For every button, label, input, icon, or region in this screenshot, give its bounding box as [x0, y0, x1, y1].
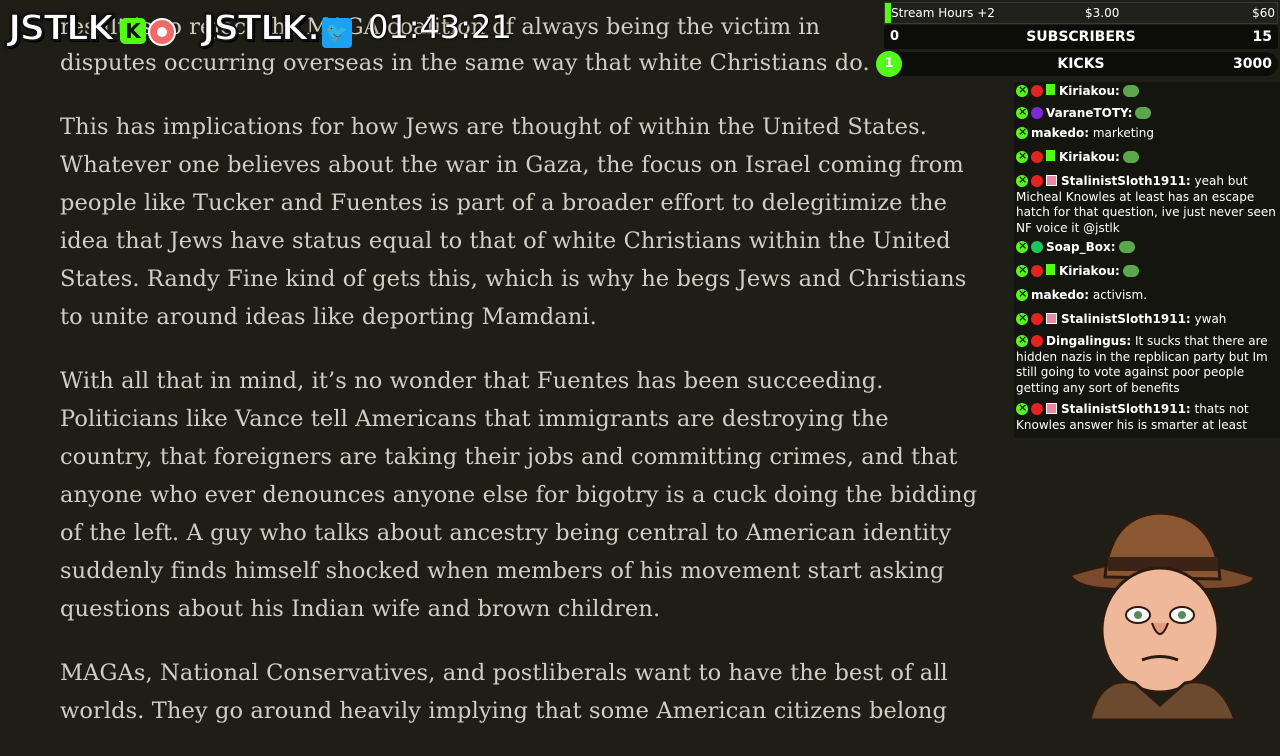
- og-badge-icon: [1031, 85, 1043, 97]
- chat-message: StalinistSloth1911: yeah but Micheal Kno…: [1016, 172, 1276, 236]
- gift-badge-icon: [1046, 175, 1057, 186]
- paragraph-3: With all that in mind, it’s no wonder th…: [60, 368, 978, 622]
- og-badge-icon: [1031, 151, 1043, 163]
- chat-message: Kiriakou:: [1016, 82, 1276, 100]
- chat-message: VaraneTOTY:: [1016, 104, 1276, 122]
- founder-badge-icon: [1031, 241, 1043, 253]
- chat-username[interactable]: Kiriakou:: [1059, 84, 1120, 98]
- moderator-badge-icon: [1016, 262, 1028, 278]
- gift-badge-icon: [1046, 403, 1057, 414]
- subscribers-label: SUBSCRIBERS: [1026, 29, 1136, 45]
- moderator-badge-icon: [1016, 82, 1028, 98]
- moderator-badge-icon: [1016, 332, 1028, 348]
- og-badge-icon: [1031, 175, 1043, 187]
- emote-icon: [1118, 241, 1135, 253]
- chat-panel: Kiriakou: VaraneTOTY: makedo: marketing Kir…: [1014, 82, 1280, 438]
- moderator-badge-icon: [1016, 148, 1028, 164]
- og-badge-icon: [1031, 403, 1043, 415]
- chat-username[interactable]: Kiriakou:: [1059, 264, 1120, 278]
- moderator-badge-icon: [1016, 310, 1028, 326]
- stream-hours-goal: Stream Hours +2 $3.00 $60: [884, 2, 1278, 24]
- moderator-badge-icon: [1016, 286, 1028, 302]
- chat-username[interactable]: VaraneTOTY:: [1046, 106, 1132, 120]
- subscribers-goal: 0 SUBSCRIBERS 15: [884, 25, 1278, 49]
- paragraph-4: MAGAs, National Conservatives, and postl…: [60, 660, 948, 724]
- stream-hours-label: Stream Hours +2: [891, 6, 995, 20]
- chat-message: Dingalingus: It sucks that there are hid…: [1016, 332, 1276, 396]
- chat-username[interactable]: StalinistSloth1911:: [1061, 174, 1191, 188]
- chat-message: Soap_Box:: [1016, 238, 1276, 256]
- subscribers-target: 15: [1252, 29, 1272, 45]
- twitter-icon: 🐦: [322, 18, 352, 48]
- chat-username[interactable]: Kiriakou:: [1059, 150, 1120, 164]
- chat-message: makedo: activism.: [1016, 286, 1276, 304]
- og-badge-icon: [1031, 265, 1043, 277]
- chat-message: makedo: marketing: [1016, 124, 1276, 142]
- article-body: disputes occurring overseas in the same …: [60, 8, 985, 756]
- chat-message: StalinistSloth1911: thats not Knowles an…: [1016, 400, 1276, 433]
- emote-icon: [1122, 151, 1139, 163]
- chat-text: ywah: [1190, 312, 1227, 326]
- record-icon: [148, 18, 176, 46]
- paragraph-2: This has implications for how Jews are t…: [60, 114, 967, 330]
- kicks-goal: 1 KICKS 3000: [876, 51, 1278, 77]
- og-badge-icon: [1031, 313, 1043, 325]
- channel-handle: JSTLK.: [201, 7, 321, 50]
- stream-hours-progress: [885, 3, 891, 23]
- emote-icon: [1122, 265, 1139, 277]
- chat-message: Kiriakou:: [1016, 148, 1276, 166]
- chat-username[interactable]: makedo:: [1031, 126, 1089, 140]
- kicks-label: KICKS: [1057, 56, 1105, 72]
- chat-username[interactable]: Soap_Box:: [1046, 240, 1116, 254]
- streamer-mascot-avatar: [1067, 511, 1257, 720]
- vip-badge-icon: [1031, 107, 1043, 119]
- chat-username[interactable]: StalinistSloth1911:: [1061, 402, 1191, 416]
- chat-message: StalinistSloth1911: ywah: [1016, 310, 1276, 328]
- subscriber-badge-icon: [1046, 84, 1055, 95]
- emote-icon: [1122, 85, 1139, 97]
- subscriber-badge-icon: [1046, 264, 1055, 275]
- chat-text: marketing: [1089, 126, 1154, 140]
- stream-hours-current: $3.00: [1085, 6, 1120, 20]
- og-badge-icon: [1031, 335, 1043, 347]
- kick-logo-icon: K: [120, 18, 146, 44]
- paragraph-1-top-line: result is to reject the MAGA coalition o…: [60, 14, 820, 40]
- moderator-badge-icon: [1016, 238, 1028, 254]
- chat-message: Kiriakou:: [1016, 262, 1276, 280]
- moderator-badge-icon: [1016, 400, 1028, 416]
- moderator-badge-icon: [1016, 172, 1028, 188]
- gift-badge-icon: [1046, 313, 1057, 324]
- stream-hours-max: $60: [1252, 6, 1275, 20]
- subscriber-badge-icon: [1046, 150, 1055, 161]
- kicks-target: 3000: [1233, 56, 1272, 72]
- channel-logo: JSTLK: [7, 7, 116, 50]
- stream-timer: 01:43:21: [368, 8, 512, 46]
- chat-username[interactable]: makedo:: [1031, 288, 1089, 302]
- chat-username[interactable]: StalinistSloth1911:: [1061, 312, 1191, 326]
- chat-text: activism.: [1089, 288, 1148, 302]
- moderator-badge-icon: [1016, 104, 1028, 120]
- moderator-badge-icon: [1016, 124, 1028, 140]
- chat-username[interactable]: Dingalingus:: [1046, 334, 1131, 348]
- emote-icon: [1135, 107, 1152, 119]
